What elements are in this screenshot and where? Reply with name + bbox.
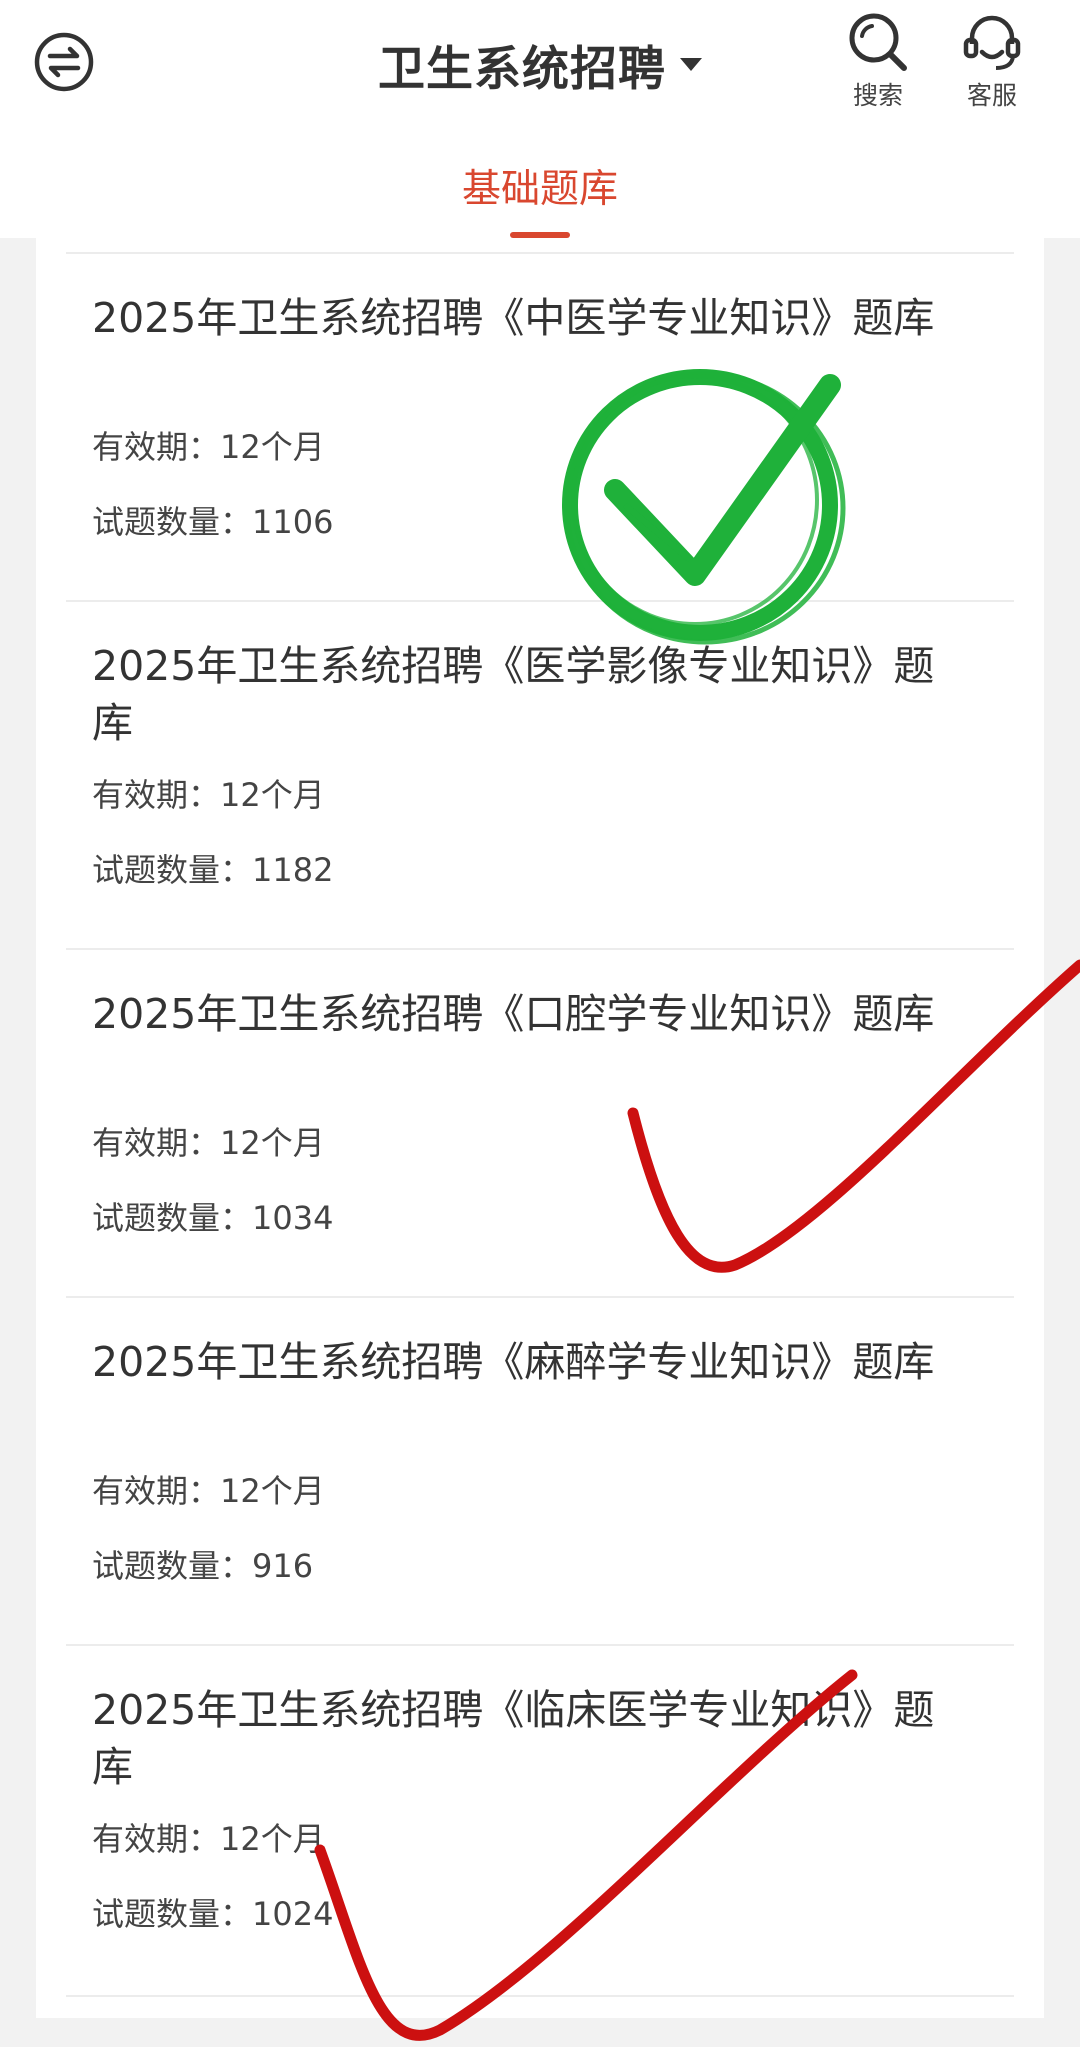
dropdown-caret-icon[interactable] xyxy=(680,58,702,71)
item-validity: 有效期：12个月 xyxy=(92,1124,325,1162)
search-button[interactable]: 搜索 xyxy=(838,10,918,112)
item-title: 2025年卫生系统招聘《中医学专业知识》题库 xyxy=(92,294,935,342)
question-bank-list: 2025年卫生系统招聘《中医学专业知识》题库 有效期：12个月 试题数量：110… xyxy=(36,238,1044,2018)
list-bottom-divider xyxy=(66,1995,1014,1997)
customer-service-label: 客服 xyxy=(966,81,1017,110)
item-title: 2025年卫生系统招聘《口腔学专业知识》题库 xyxy=(92,990,935,1038)
item-question-count: 试题数量：1106 xyxy=(92,503,334,541)
top-header: 卫生系统招聘 搜索 客服 基础题库 xyxy=(0,0,1080,238)
item-validity: 有效期：12个月 xyxy=(92,428,325,466)
list-item[interactable]: 2025年卫生系统招聘《临床医学专业知识》题库 有效期：12个月 试题数量：10… xyxy=(66,1644,1014,1933)
list-item[interactable]: 2025年卫生系统招聘《口腔学专业知识》题库 有效期：12个月 试题数量：103… xyxy=(66,948,1014,1237)
item-question-count: 试题数量：916 xyxy=(92,1547,314,1585)
item-validity: 有效期：12个月 xyxy=(92,1472,325,1510)
item-validity: 有效期：12个月 xyxy=(92,776,325,814)
list-item[interactable]: 2025年卫生系统招聘《中医学专业知识》题库 有效期：12个月 试题数量：110… xyxy=(66,252,1014,541)
list-item[interactable]: 2025年卫生系统招聘《医学影像专业知识》题库 有效期：12个月 试题数量：11… xyxy=(66,600,1014,889)
headset-icon xyxy=(963,15,1021,70)
item-title: 2025年卫生系统招聘《医学影像专业知识》题库 xyxy=(92,642,935,747)
page-title[interactable]: 卫生系统招聘 xyxy=(378,30,666,99)
item-title: 2025年卫生系统招聘《麻醉学专业知识》题库 xyxy=(92,1338,935,1386)
item-title: 2025年卫生系统招聘《临床医学专业知识》题库 xyxy=(92,1686,935,1791)
customer-service-button[interactable]: 客服 xyxy=(952,10,1032,112)
item-question-count: 试题数量：1182 xyxy=(92,851,334,889)
item-question-count: 试题数量：1024 xyxy=(92,1895,334,1933)
search-icon xyxy=(849,13,907,71)
item-question-count: 试题数量：1034 xyxy=(92,1199,334,1237)
item-validity: 有效期：12个月 xyxy=(92,1820,325,1858)
list-item[interactable]: 2025年卫生系统招聘《麻醉学专业知识》题库 有效期：12个月 试题数量：916 xyxy=(66,1296,1014,1585)
tab-basic-question-bank[interactable]: 基础题库 xyxy=(0,158,1080,214)
search-label: 搜索 xyxy=(852,81,903,110)
